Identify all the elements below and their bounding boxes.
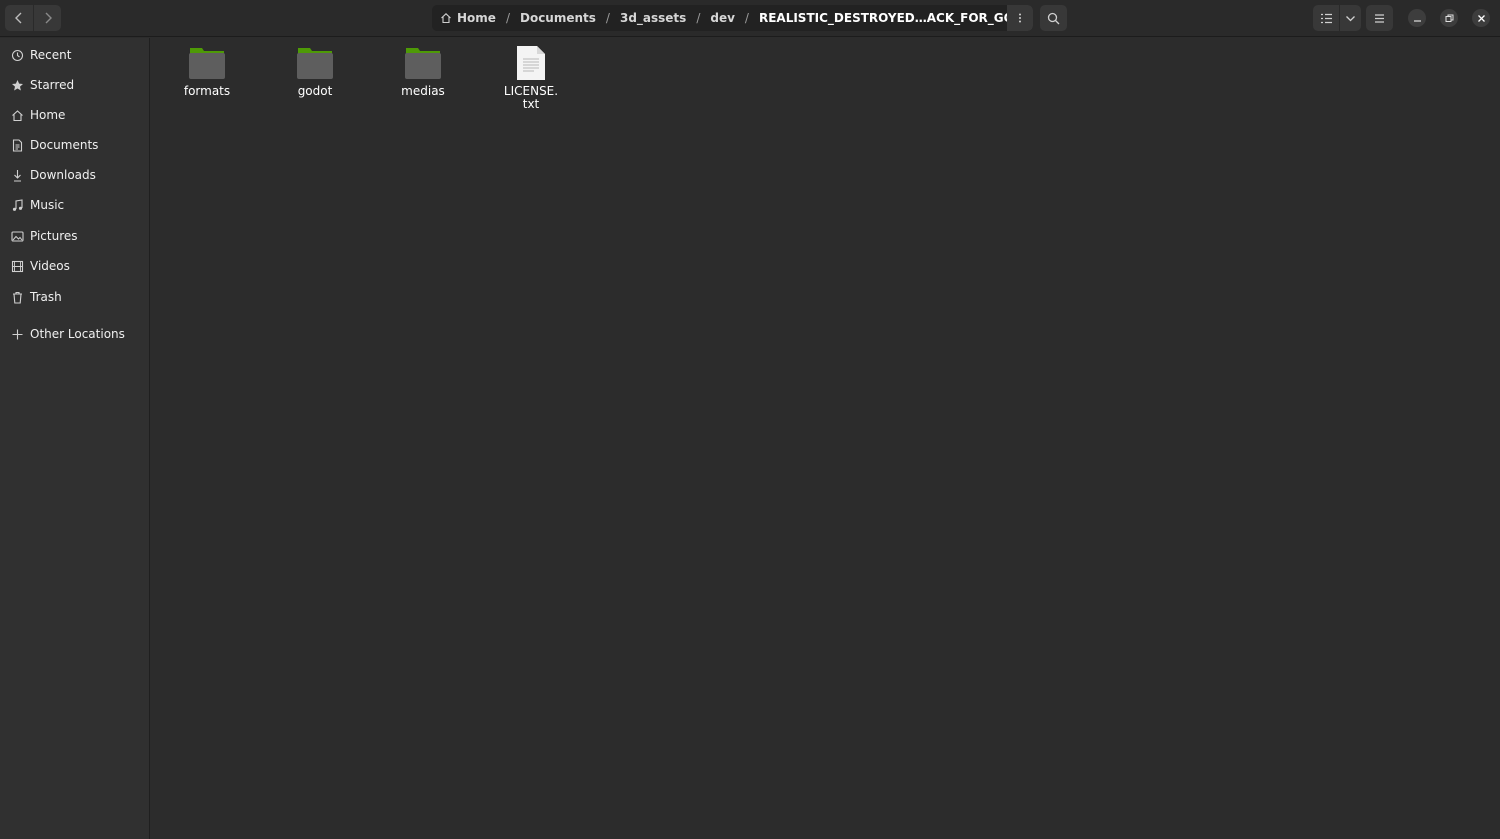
breadcrumb-current-folder[interactable]: REALISTIC_DESTROYED…ACK_FOR_GODOT_VOL_1 (759, 11, 1033, 25)
chevron-down-icon (1346, 15, 1355, 21)
sidebar-item-label: Other Locations (30, 327, 125, 341)
close-icon (1477, 14, 1485, 22)
sidebar-item-label: Starred (30, 78, 75, 92)
list-view-button[interactable] (1313, 5, 1339, 31)
sidebar-item-recent[interactable]: Recent (0, 41, 149, 69)
home-icon (10, 108, 24, 122)
sidebar-item-home[interactable]: Home (0, 101, 149, 129)
breadcrumb: Home / Documents / 3d_assets / dev / REA… (432, 5, 1033, 31)
view-options-dropdown[interactable] (1339, 5, 1361, 31)
folder-item-godot[interactable]: godot (265, 44, 365, 98)
video-icon (10, 259, 24, 273)
folder-icon (295, 44, 335, 82)
sidebar-item-label: Videos (30, 259, 70, 273)
file-item-license[interactable]: LICENSE. txt (481, 44, 581, 111)
file-name: medias (401, 84, 445, 98)
forward-button[interactable] (33, 5, 61, 31)
star-icon (10, 78, 24, 92)
sidebar-item-label: Documents (30, 138, 99, 152)
breadcrumb-documents[interactable]: Documents (520, 11, 596, 25)
file-name: godot (297, 84, 333, 98)
breadcrumb-dev[interactable]: dev (710, 11, 735, 25)
vertical-dots-icon (1019, 13, 1021, 23)
sidebar-item-label: Music (30, 198, 65, 212)
breadcrumb-separator: / (505, 11, 510, 25)
plus-icon (10, 327, 24, 341)
sidebar-item-other-locations[interactable]: Other Locations (0, 320, 149, 348)
sidebar-item-pictures[interactable]: Pictures (0, 222, 149, 250)
close-button[interactable] (1472, 9, 1490, 27)
chevron-left-icon (15, 12, 22, 24)
music-icon (10, 198, 24, 212)
sidebar-item-documents[interactable]: Documents (0, 131, 149, 159)
picture-icon (10, 229, 24, 243)
sidebar: Recent Starred Home Documents Downloads … (0, 38, 150, 839)
sidebar-item-label: Trash (30, 290, 62, 304)
sidebar-item-videos[interactable]: Videos (0, 252, 149, 280)
folder-icon (403, 44, 443, 82)
folder-item-formats[interactable]: formats (157, 44, 257, 98)
document-icon (10, 138, 24, 152)
folder-icon (187, 44, 227, 82)
minimize-icon (1413, 19, 1421, 22)
restore-icon (1445, 14, 1453, 22)
list-view-icon (1320, 13, 1332, 23)
chevron-right-icon (45, 12, 52, 24)
sidebar-item-label: Pictures (30, 229, 78, 243)
sidebar-item-music[interactable]: Music (0, 191, 149, 219)
file-view: formats godot medias LICENSE. txt (151, 38, 1500, 839)
file-manager-window: Home / Documents / 3d_assets / dev / REA… (0, 0, 1500, 839)
search-icon (1047, 12, 1060, 24)
home-icon (440, 12, 452, 24)
file-name: LICENSE. txt (503, 84, 559, 111)
trash-icon (10, 290, 24, 304)
sidebar-item-downloads[interactable]: Downloads (0, 161, 149, 189)
search-button[interactable] (1040, 5, 1067, 31)
clock-icon (10, 48, 24, 62)
breadcrumb-home[interactable]: Home (440, 11, 496, 25)
breadcrumb-3d-assets[interactable]: 3d_assets (620, 11, 686, 25)
main-menu-button[interactable] (1366, 5, 1393, 31)
text-file-icon (511, 44, 551, 82)
sidebar-item-starred[interactable]: Starred (0, 71, 149, 99)
breadcrumb-label: Home (457, 11, 496, 25)
download-icon (10, 168, 24, 182)
path-menu-button[interactable] (1007, 5, 1033, 31)
sidebar-item-trash[interactable]: Trash (0, 283, 149, 311)
breadcrumb-separator: / (696, 11, 701, 25)
breadcrumb-separator: / (605, 11, 610, 25)
folder-item-medias[interactable]: medias (373, 44, 473, 98)
sidebar-item-label: Home (30, 108, 66, 122)
header-bar: Home / Documents / 3d_assets / dev / REA… (0, 0, 1500, 37)
sidebar-item-label: Downloads (30, 168, 96, 182)
minimize-button[interactable] (1408, 9, 1426, 27)
breadcrumb-separator: / (744, 11, 749, 25)
restore-button[interactable] (1440, 9, 1458, 27)
sidebar-item-label: Recent (30, 48, 72, 62)
file-name: formats (183, 84, 231, 98)
back-button[interactable] (5, 5, 33, 31)
hamburger-menu-icon (1375, 13, 1384, 23)
